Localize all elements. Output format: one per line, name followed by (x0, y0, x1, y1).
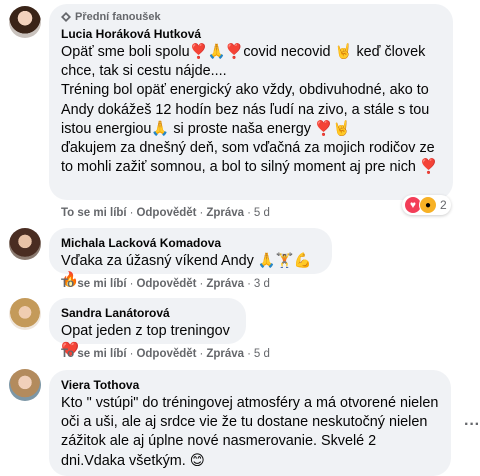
reply-link[interactable]: Odpovědět (136, 207, 196, 219)
message-link[interactable]: Zpráva (206, 207, 244, 219)
wow-icon: ● (419, 196, 437, 214)
reply-link[interactable]: Odpovědět (136, 278, 196, 290)
top-fan-badge: Přední fanoušek (61, 11, 441, 23)
comment-bubble: Sandra Lanátorová Opat jeden z top treni… (49, 298, 246, 358)
avatar[interactable] (9, 369, 41, 401)
comment-actions: To se mi líbí · Odpovědět · Zpráva · 5 d (61, 207, 270, 219)
avatar[interactable] (9, 6, 41, 38)
timestamp[interactable]: 3 d (254, 278, 270, 290)
comment-text: Opäť sme boli spolu❣️🙏❣️covid necovid 🤘 … (61, 44, 438, 176)
comment-actions: To se mi líbí · Odpovědět · Zpráva · 5 d (61, 348, 270, 360)
timestamp[interactable]: 5 d (254, 207, 270, 219)
badge-label: Přední fanoušek (75, 11, 161, 23)
avatar[interactable] (9, 298, 41, 330)
message-link[interactable]: Zpráva (206, 348, 244, 360)
more-options-icon[interactable]: ··· (464, 417, 480, 436)
comment-bubble: Viera Tothova Kto " vstúpi" do tréningov… (49, 370, 451, 476)
like-link[interactable]: To se mi líbí (61, 207, 127, 219)
comment-bubble: Přední fanoušek Lucia Horáková Hutková O… (49, 4, 453, 200)
comment-author[interactable]: Michala Lacková Komadova (61, 235, 320, 251)
comment-text: Kto " vstúpi" do tréningovej atmosféry a… (61, 395, 443, 469)
reply-link[interactable]: Odpovědět (136, 348, 196, 360)
comment-author[interactable]: Viera Tothova (61, 377, 439, 393)
fan-badge-icon (61, 12, 71, 22)
comment-author[interactable]: Sandra Lanátorová (61, 305, 234, 321)
reaction-count: 2 (440, 198, 447, 212)
comment-bubble: Michala Lacková Komadova Vďaka za úžasný… (49, 228, 332, 288)
avatar[interactable] (9, 228, 41, 260)
timestamp[interactable]: 5 d (254, 348, 270, 360)
comment-actions: To se mi líbí · Odpovědět · Zpráva · 3 d (61, 278, 270, 290)
reaction-summary[interactable]: ♥ ● 2 (402, 195, 451, 215)
like-link[interactable]: To se mi líbí (61, 278, 127, 290)
like-link[interactable]: To se mi líbí (61, 348, 127, 360)
comment-author[interactable]: Lucia Horáková Hutková (61, 26, 441, 42)
message-link[interactable]: Zpráva (206, 278, 244, 290)
